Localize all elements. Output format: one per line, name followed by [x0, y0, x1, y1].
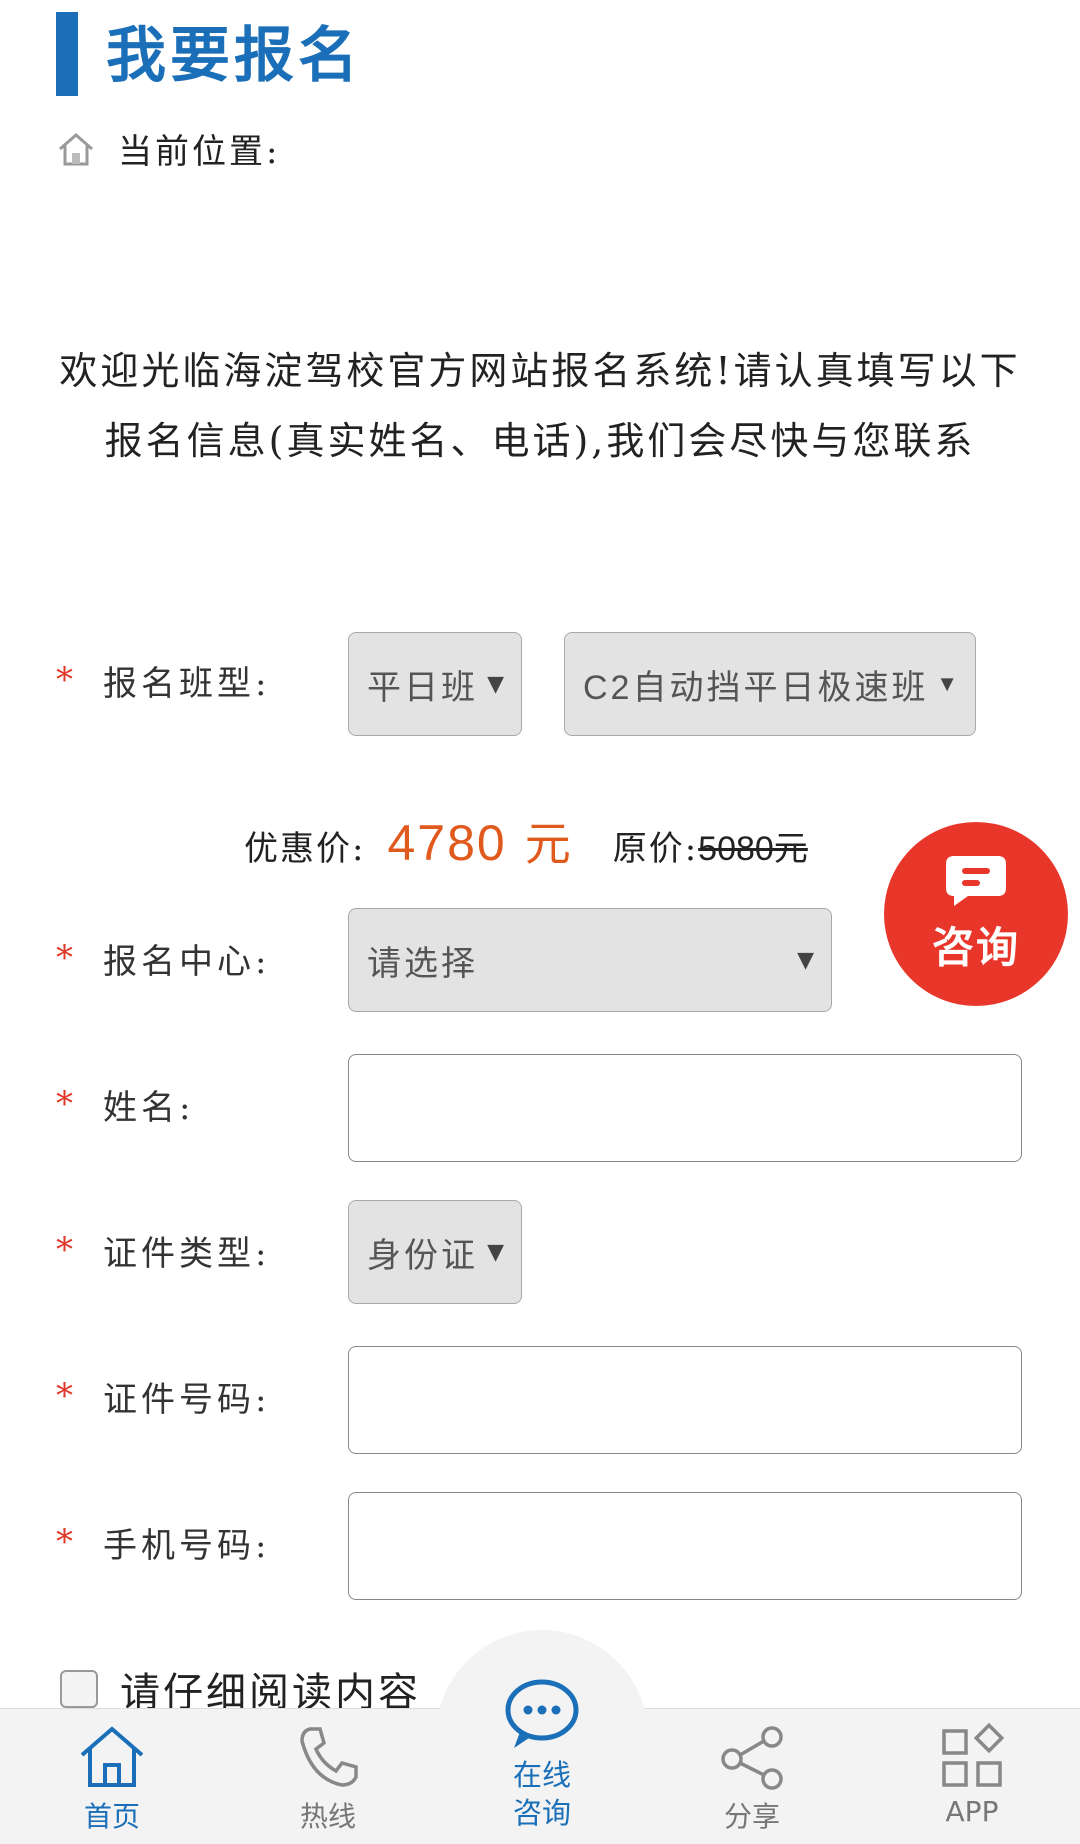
intro-text: 欢迎光临海淀驾校官方网站报名系统!请认真填写以下报名信息(真实姓名、电话),我们… [59, 349, 1021, 463]
phone-input[interactable] [348, 1492, 1022, 1600]
original-price-value: 5080元 [698, 830, 808, 868]
breadcrumb: 当前位置: [56, 124, 280, 173]
page-title: 我要报名 [106, 21, 362, 91]
required-mark: * [56, 1522, 77, 1562]
id-number-label-text: 证件号码: [103, 1379, 271, 1420]
id-type-label-text: 证件类型: [103, 1233, 271, 1274]
tab-hotline-label: 热线 [299, 1800, 356, 1833]
discount-price-unit: 元 [524, 817, 571, 871]
tab-home-label: 首页 [83, 1800, 140, 1833]
breadcrumb-label: 当前位置: [118, 132, 281, 172]
class-select-value: C2自动挡平日极速班 [583, 668, 929, 707]
tab-share-label: 分享 [723, 1800, 780, 1833]
schedule-select[interactable]: 平日班 ▼ [348, 632, 522, 736]
class-type-label-text: 报名班型: [103, 663, 271, 704]
tab-online-consult-label: 在线咨询 [512, 1758, 571, 1830]
name-label: * 姓名: [56, 1074, 194, 1134]
chevron-down-icon: ▼ [936, 671, 961, 696]
required-mark: * [56, 1230, 77, 1270]
phone-label: * 手机号码: [56, 1512, 270, 1572]
name-input[interactable] [348, 1054, 1022, 1162]
name-label-text: 姓名: [103, 1087, 195, 1128]
tab-app[interactable]: APP [920, 1709, 1024, 1844]
app-grid-icon [942, 1723, 1005, 1787]
original-price-label: 原价: [612, 829, 699, 869]
chevron-down-icon: ▼ [487, 1239, 507, 1265]
center-select-value: 请选择 [367, 943, 478, 984]
message-bubble-icon [946, 855, 1006, 906]
tab-hotline[interactable]: 热线 [276, 1709, 380, 1844]
home-icon [59, 132, 93, 165]
required-mark: * [56, 1084, 77, 1124]
required-mark: * [56, 660, 77, 700]
agreement-checkbox[interactable] [60, 1670, 98, 1708]
tab-share[interactable]: 分享 [700, 1709, 804, 1844]
home-icon [80, 1726, 144, 1787]
id-number-input[interactable] [348, 1346, 1022, 1454]
class-type-label: * 报名班型: [56, 650, 270, 710]
tab-online-consult[interactable]: 在线咨询 [468, 1676, 616, 1832]
phone-label-text: 手机号码: [103, 1525, 271, 1566]
id-type-label: * 证件类型: [56, 1220, 270, 1280]
price-row: 优惠价: 4780 元 原价: 5080元 [244, 808, 808, 874]
discount-price-value: 4780 [387, 815, 507, 871]
id-type-select[interactable]: 身份证 ▼ [348, 1200, 522, 1304]
required-mark: * [56, 938, 77, 978]
share-icon [721, 1726, 783, 1790]
required-mark: * [56, 1376, 77, 1416]
discount-price-label: 优惠价: [244, 829, 366, 869]
center-select[interactable]: 请选择 ▼ [348, 908, 832, 1012]
consult-button[interactable]: 咨询 [884, 822, 1068, 1006]
id-type-select-value: 身份证 [367, 1235, 478, 1276]
title-accent-bar [56, 12, 78, 96]
tab-home[interactable]: 首页 [60, 1709, 164, 1844]
chat-icon [505, 1679, 579, 1748]
class-select[interactable]: C2自动挡平日极速班 ▼ [564, 632, 976, 736]
tab-app-label: APP [945, 1795, 999, 1828]
chevron-down-icon: ▼ [487, 671, 507, 697]
center-label-text: 报名中心: [103, 941, 271, 982]
consult-button-label: 咨询 [931, 922, 1020, 972]
id-number-label: * 证件号码: [56, 1366, 270, 1426]
chevron-down-icon: ▼ [797, 947, 817, 973]
phone-icon [300, 1727, 358, 1787]
schedule-select-value: 平日班 [367, 667, 478, 708]
center-label: * 报名中心: [56, 928, 270, 988]
